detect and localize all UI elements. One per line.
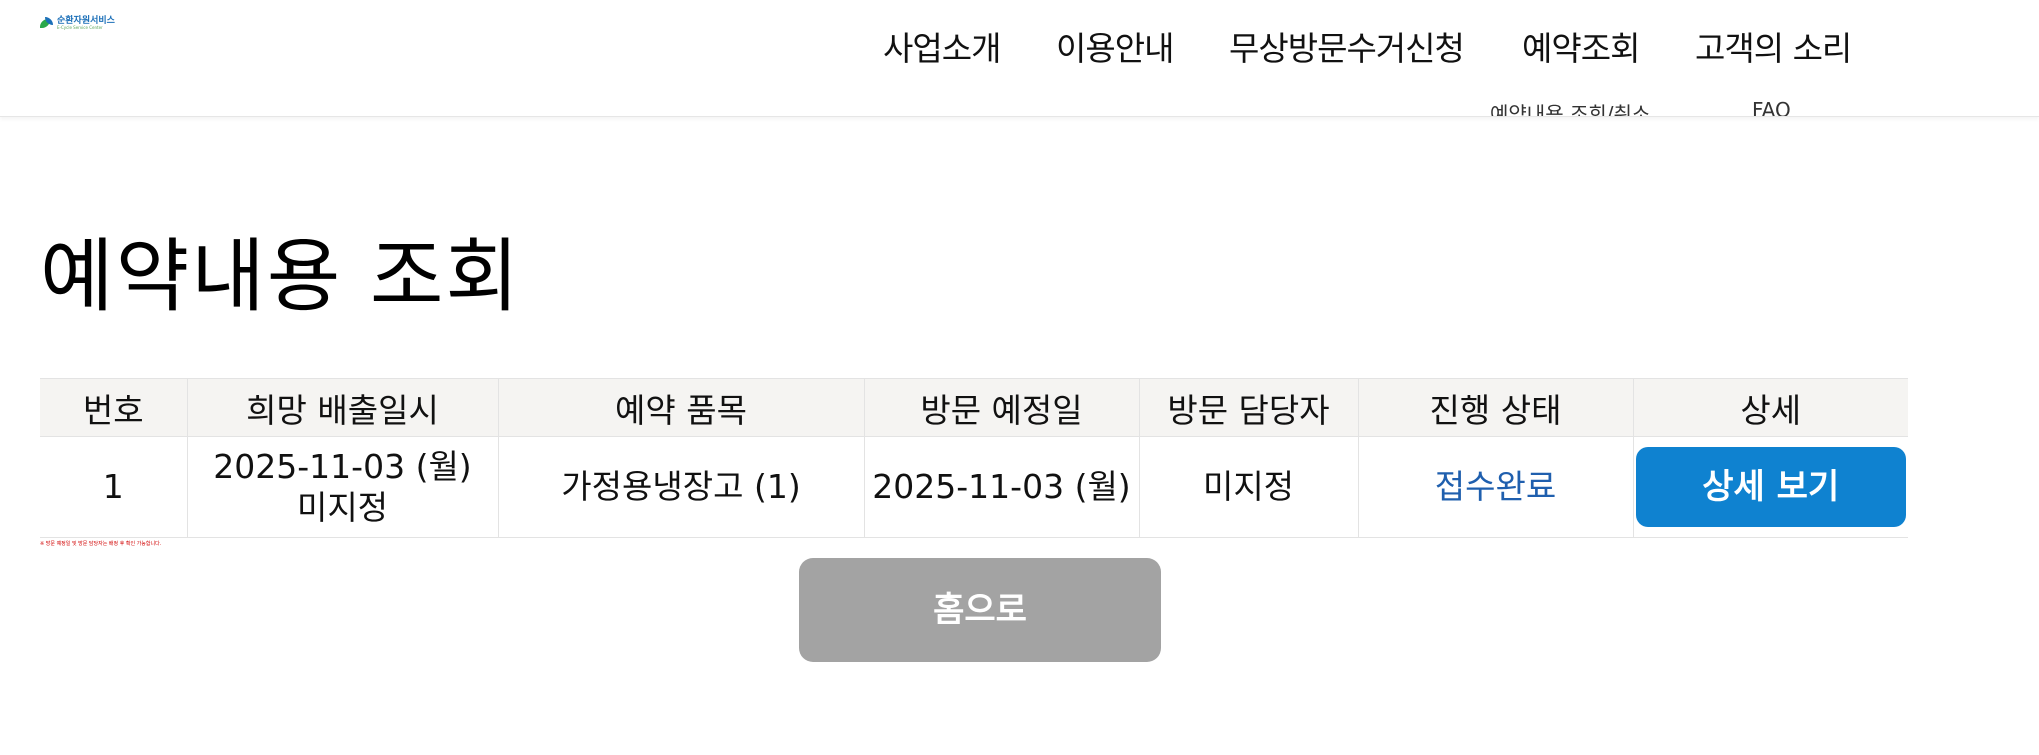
preferred-date: 2025-11-03 (월) <box>213 446 472 486</box>
home-button[interactable]: 홈으로 <box>799 558 1161 662</box>
subnav-item-reservation-lookup[interactable]: 예약내용 조회/취소 <box>1490 98 1650 116</box>
cell-preferred-date: 2025-11-03 (월) 미지정 <box>186 436 498 538</box>
reservation-table: 번호 희망 배출일시 예약 품목 방문 예정일 방문 담당자 진행 상태 상세 … <box>40 378 1908 538</box>
table-header-row: 번호 희망 배출일시 예약 품목 방문 예정일 방문 담당자 진행 상태 상세 <box>40 378 1908 437</box>
cell-detail: 상세 보기 <box>1632 436 1908 538</box>
status-badge: 접수완료 <box>1434 467 1557 507</box>
detail-view-button[interactable]: 상세 보기 <box>1635 447 1906 527</box>
cell-number: 1 <box>40 436 187 538</box>
header-preferred-date: 희망 배출일시 <box>186 378 498 437</box>
subnav-item-faq[interactable]: FAQ <box>1752 98 1791 116</box>
nav-item-about[interactable]: 사업소개 <box>883 22 1001 70</box>
header-detail: 상세 <box>1632 378 1908 437</box>
table-row: 1 2025-11-03 (월) 미지정 가정용냉장고 (1) 2025-11-… <box>40 436 1908 538</box>
cell-item: 가정용냉장고 (1) <box>497 436 864 538</box>
header-staff: 방문 담당자 <box>1138 378 1358 437</box>
main-nav: 사업소개 이용안내 무상방문수거신청 예약조회 고객의 소리 <box>0 22 2039 72</box>
nav-item-free-pickup[interactable]: 무상방문수거신청 <box>1229 22 1465 70</box>
header-number: 번호 <box>40 378 187 437</box>
header-status: 진행 상태 <box>1357 378 1633 437</box>
cell-visit-date: 2025-11-03 (월) <box>863 436 1139 538</box>
header-visit-date: 방문 예정일 <box>863 378 1139 437</box>
header-item: 예약 품목 <box>497 378 864 437</box>
nav-item-reservation[interactable]: 예약조회 <box>1522 22 1640 70</box>
table-note: ※ 방문 예정일 및 방문 담당자는 배정 후 확인 가능합니다. <box>40 541 162 547</box>
page-title: 예약내용 조회 <box>40 230 522 323</box>
cell-status: 접수완료 <box>1357 436 1633 538</box>
nav-item-customer-voice[interactable]: 고객의 소리 <box>1695 22 1852 70</box>
preferred-time: 미지정 <box>296 488 389 527</box>
nav-item-guide[interactable]: 이용안내 <box>1056 22 1174 70</box>
cell-staff: 미지정 <box>1138 436 1358 538</box>
site-header: 순환자원서비스 E-Cycle Service Center 사업소개 이용안내… <box>0 0 2039 117</box>
